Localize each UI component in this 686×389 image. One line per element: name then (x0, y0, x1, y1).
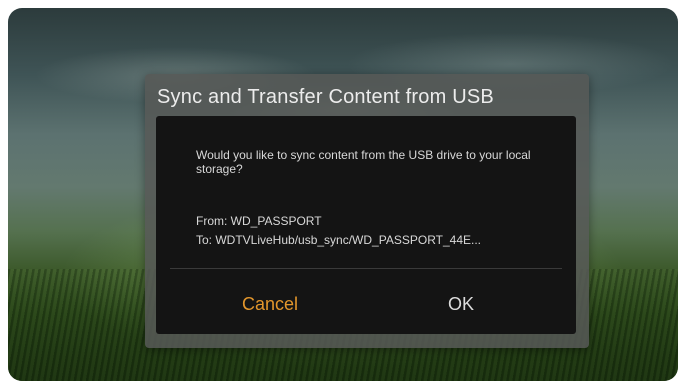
destination-path: To: WDTVLiveHub/usb_sync/WD_PASSPORT_44E… (196, 233, 481, 247)
sync-dialog: Sync and Transfer Content from USB Would… (145, 74, 589, 348)
dialog-panel: Would you like to sync content from the … (156, 116, 576, 334)
screen-frame: Sync and Transfer Content from USB Would… (0, 0, 686, 389)
source-path: From: WD_PASSPORT (196, 214, 322, 228)
background-wallpaper: Sync and Transfer Content from USB Would… (8, 8, 678, 381)
ok-button[interactable]: OK (448, 294, 474, 315)
dialog-title: Sync and Transfer Content from USB (157, 86, 494, 108)
cancel-button[interactable]: Cancel (242, 294, 298, 315)
divider (170, 268, 562, 269)
dialog-message: Would you like to sync content from the … (196, 148, 531, 176)
